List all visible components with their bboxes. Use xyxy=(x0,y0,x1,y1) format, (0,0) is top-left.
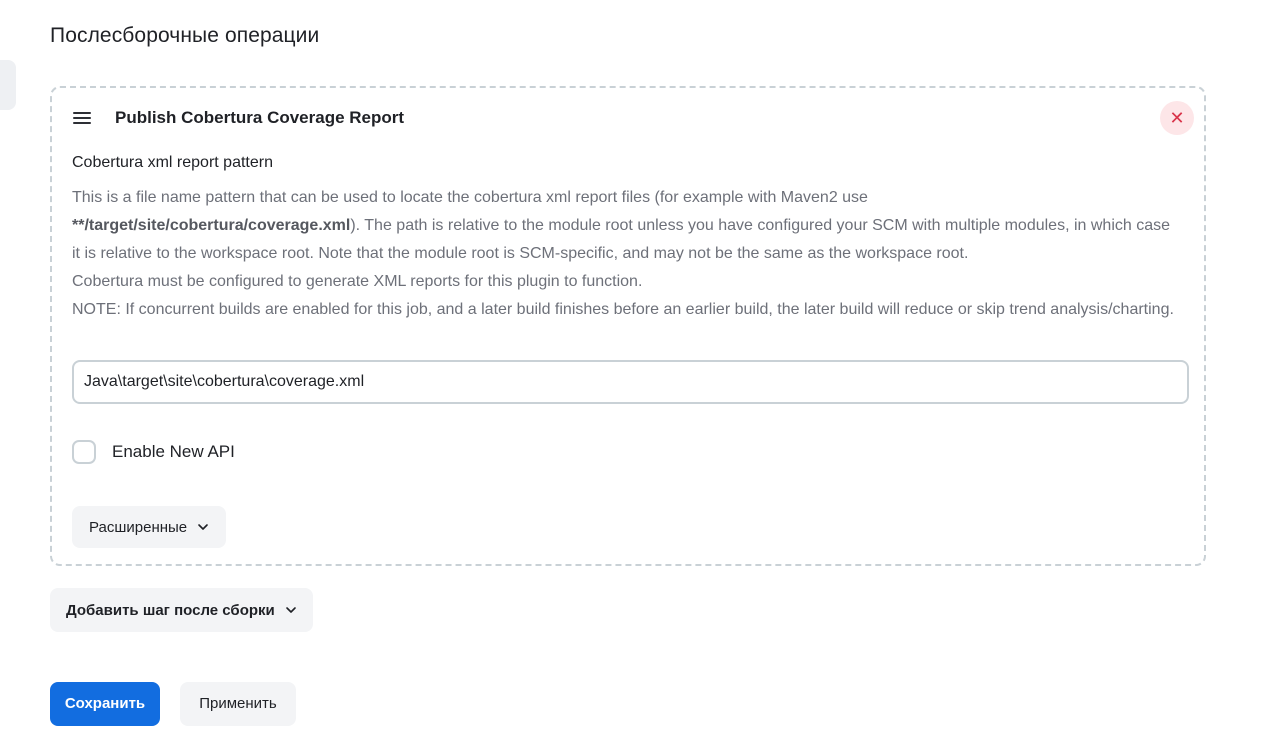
hamburger-icon[interactable] xyxy=(73,112,91,124)
help-line3: Cobertura must be configured to generate… xyxy=(72,273,643,290)
enable-new-api-row[interactable]: Enable New API xyxy=(72,438,235,466)
add-step-label: Добавить шаг после сборки xyxy=(66,601,275,619)
page: Послесборочные операции Publish Cobertur… xyxy=(0,0,1280,756)
apply-button[interactable]: Применить xyxy=(180,682,296,726)
advanced-button[interactable]: Расширенные xyxy=(72,506,227,548)
step-title: Publish Cobertura Coverage Report xyxy=(115,108,405,127)
enable-new-api-checkbox[interactable] xyxy=(72,440,96,464)
sidebar-edge xyxy=(0,60,16,110)
pattern-help-text: This is a file name pattern that can be … xyxy=(72,184,1182,324)
help-paragraph: This is a file name pattern that can be … xyxy=(72,184,1182,324)
help-note: NOTE: If concurrent builds are enabled f… xyxy=(72,301,1174,318)
help-path-example: **/target/site/cobertura/coverage.xml xyxy=(72,217,351,234)
enable-new-api-label[interactable]: Enable New API xyxy=(112,442,235,462)
delete-step-button[interactable]: ✕ xyxy=(1160,101,1194,135)
add-post-build-step-button[interactable]: Добавить шаг после сборки xyxy=(50,588,313,632)
chevron-down-icon xyxy=(198,524,208,530)
close-icon: ✕ xyxy=(1169,108,1185,128)
advanced-label: Расширенные xyxy=(89,518,188,536)
report-pattern-input[interactable] xyxy=(72,360,1189,404)
chevron-down-icon xyxy=(285,607,296,613)
section-title: Послесборочные операции xyxy=(50,24,320,47)
pattern-field-label: Cobertura xml report pattern xyxy=(72,154,273,171)
save-button[interactable]: Сохранить xyxy=(50,682,160,726)
build-step-card: Publish Cobertura Coverage Report ✕ Cobe… xyxy=(50,86,1206,566)
help-line1: This is a file name pattern that can be … xyxy=(72,189,868,206)
